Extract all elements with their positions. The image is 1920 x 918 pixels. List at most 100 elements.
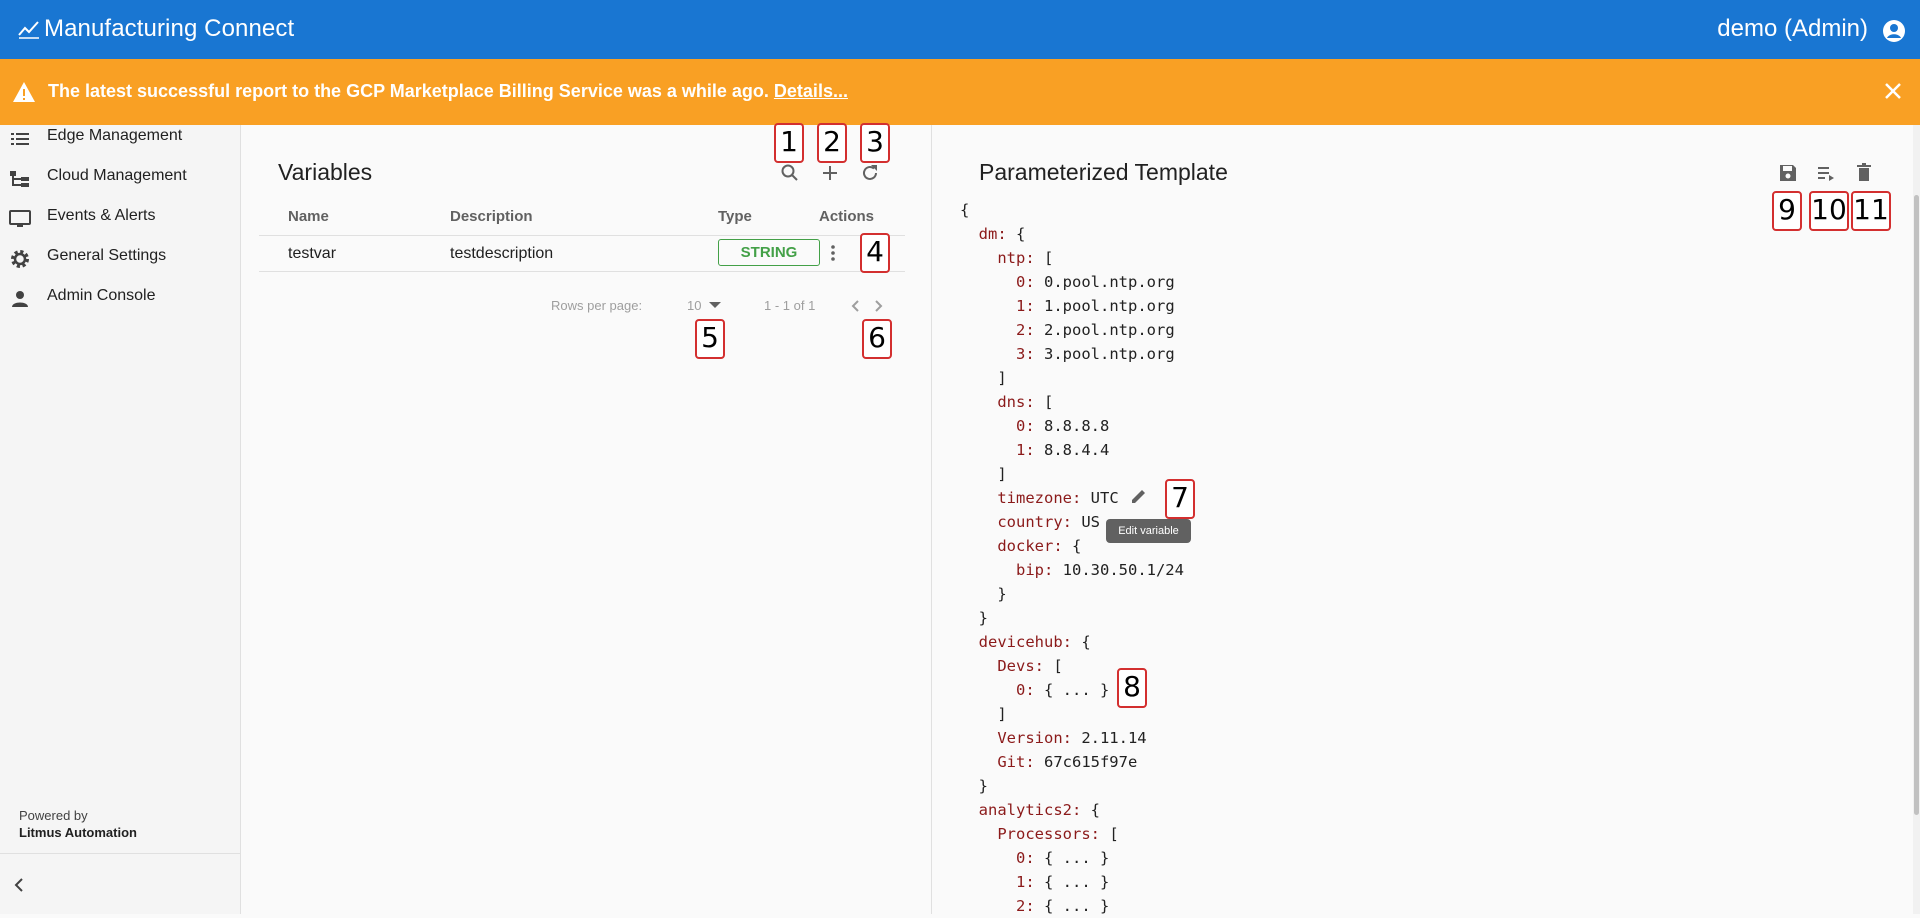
banner-message: The latest successful report to the GCP …: [48, 81, 848, 102]
code-value: ]: [997, 465, 1007, 483]
code-key: 1:: [1016, 441, 1035, 459]
add-icon[interactable]: [818, 161, 842, 185]
edit-variable-tooltip: Edit variable: [1106, 519, 1191, 543]
code-line: bip: 10.30.50.1/24: [960, 558, 1184, 582]
callout-marker: 11: [1851, 191, 1891, 231]
code-line: }: [960, 606, 1184, 630]
column-header-description[interactable]: Description: [450, 208, 533, 225]
variable-name-cell: testvar: [288, 245, 337, 262]
sidebar-item-edge-management[interactable]: Edge Management: [0, 125, 241, 165]
pagination-range: 1 - 1 of 1: [764, 298, 816, 313]
callout-marker: 10: [1809, 191, 1849, 231]
rows-per-page-select[interactable]: 10: [687, 296, 733, 316]
code-key: country:: [997, 513, 1072, 531]
close-icon[interactable]: [1882, 80, 1904, 102]
code-value: {: [1081, 801, 1100, 819]
more-vert-icon[interactable]: [821, 241, 845, 265]
code-value: 0.pool.ntp.org: [1034, 273, 1175, 291]
code-value: 1.pool.ntp.org: [1034, 297, 1175, 315]
chevron-right-icon[interactable]: [868, 296, 888, 316]
code-line: 0: { ... }: [960, 678, 1184, 702]
callout-marker: 6: [862, 319, 892, 359]
code-value: }: [978, 609, 989, 627]
code-line: Version: 2.11.14: [960, 726, 1184, 750]
code-key: docker:: [997, 537, 1063, 555]
save-icon[interactable]: [1776, 161, 1800, 185]
code-key: Devs:: [997, 657, 1044, 675]
code-key: 3:: [1016, 345, 1035, 363]
code-line: ]: [960, 702, 1184, 726]
sidebar-item-admin-console[interactable]: Admin Console: [0, 285, 241, 325]
search-icon[interactable]: [778, 161, 802, 185]
code-key: dm:: [978, 225, 1007, 243]
code-line: timezone: UTC: [960, 486, 1184, 510]
code-line: 1: 1.pool.ntp.org: [960, 294, 1184, 318]
code-key: devicehub:: [978, 633, 1072, 651]
code-value: 2.11.14: [1071, 729, 1147, 747]
column-header-type[interactable]: Type: [718, 208, 752, 225]
banner-details-link[interactable]: Details...: [774, 81, 848, 101]
code-key: Processors:: [997, 825, 1100, 843]
code-line: 0: 0.pool.ntp.org: [960, 270, 1184, 294]
refresh-icon[interactable]: [858, 161, 882, 185]
chevron-left-icon[interactable]: [846, 296, 866, 316]
billing-warning-banner: The latest successful report to the GCP …: [0, 59, 1920, 125]
code-line: dm: {: [960, 222, 1184, 246]
code-value: 8.8.8.8: [1034, 417, 1110, 435]
code-value: }: [978, 777, 989, 795]
account-icon[interactable]: [1882, 19, 1906, 43]
sidebar-item-general-settings[interactable]: General Settings: [0, 245, 241, 285]
code-key: 2:: [1016, 321, 1035, 339]
column-header-name[interactable]: Name: [288, 208, 329, 225]
code-key: 0:: [1016, 273, 1035, 291]
code-line: dns: [: [960, 390, 1184, 414]
code-key: dns:: [997, 393, 1035, 411]
code-value[interactable]: { ... }: [1035, 873, 1109, 891]
code-key: ntp:: [997, 249, 1035, 267]
gear-icon: [11, 250, 29, 268]
callout-marker: 4: [860, 233, 890, 273]
code-line: 2: { ... }: [960, 894, 1184, 918]
chevron-left-icon[interactable]: [8, 874, 30, 896]
vertical-scrollbar[interactable]: [1913, 125, 1920, 914]
code-value[interactable]: { ... }: [1035, 897, 1109, 915]
format-list-icon[interactable]: [1814, 161, 1838, 185]
sidebar-item-label: Events & Alerts: [47, 207, 156, 224]
warning-icon: [13, 82, 35, 102]
code-key: Git:: [997, 753, 1035, 771]
sidebar-item-events-alerts[interactable]: Events & Alerts: [0, 205, 241, 245]
user-menu-label[interactable]: demo (Admin): [1717, 15, 1868, 43]
scrollbar-thumb[interactable]: [1914, 195, 1919, 815]
callout-marker: 9: [1772, 191, 1802, 231]
variables-title: Variables: [278, 159, 373, 185]
sidebar-item-cloud-management[interactable]: Cloud Management: [0, 165, 241, 205]
code-value[interactable]: { ... }: [1035, 849, 1109, 867]
list-icon: [11, 133, 29, 145]
code-value: {: [1072, 633, 1091, 651]
code-key: bip:: [1016, 561, 1054, 579]
code-value: [: [1099, 825, 1119, 843]
chart-logo-icon: [18, 21, 39, 39]
code-value: }: [997, 585, 1007, 603]
rows-per-page-label: Rows per page:: [551, 298, 643, 313]
delete-icon[interactable]: [1852, 161, 1876, 185]
code-line: 0: 8.8.8.8: [960, 414, 1184, 438]
code-value[interactable]: { ... }: [1035, 681, 1109, 699]
code-line: analytics2: {: [960, 798, 1184, 822]
edit-pencil-icon[interactable]: [1129, 486, 1149, 506]
table-row-divider: [259, 271, 905, 272]
callout-marker: 5: [695, 319, 725, 359]
